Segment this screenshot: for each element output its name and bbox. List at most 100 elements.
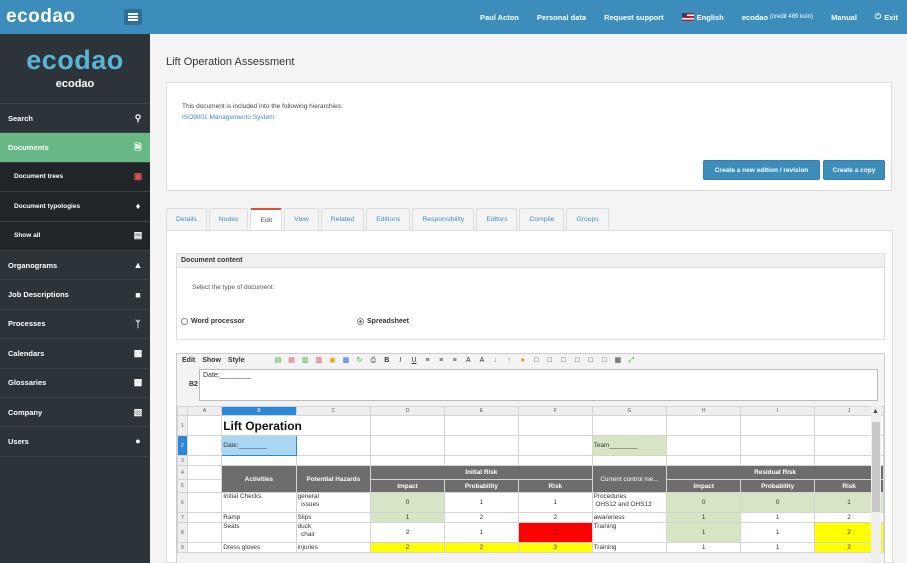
cell[interactable]: Seats: [221, 522, 297, 543]
risk-header[interactable]: Risk: [517, 479, 593, 493]
tab-nodes[interactable]: Nodes: [208, 208, 249, 230]
cell[interactable]: Dress gloves: [221, 542, 297, 553]
user-name-link[interactable]: Paul Acton: [480, 13, 519, 22]
current-control-header[interactable]: Current control me...: [591, 465, 668, 493]
menu-edit[interactable]: Edit: [182, 357, 195, 364]
company-credit-link[interactable]: ecodao (credit 489 koin): [742, 13, 813, 22]
create-new-edition-button[interactable]: Create a new edition / revision: [703, 160, 820, 180]
insert-col-icon[interactable]: ▥: [301, 357, 309, 365]
row-number[interactable]: 7: [177, 512, 188, 523]
border-all-icon[interactable]: □: [532, 357, 540, 365]
tab-editions[interactable]: Editions: [366, 208, 411, 230]
cell[interactable]: [295, 435, 372, 456]
tab-compile[interactable]: Compile: [519, 208, 565, 230]
bold-icon[interactable]: B: [383, 357, 391, 365]
cell[interactable]: [221, 455, 297, 466]
cell[interactable]: awareness: [591, 512, 668, 523]
cell[interactable]: [186, 522, 223, 543]
align-right-icon[interactable]: ≡: [451, 357, 459, 365]
cell[interactable]: Initial Checks: [221, 492, 297, 513]
delete-row-icon[interactable]: ▤: [288, 357, 296, 365]
print-icon[interactable]: ⎙: [369, 357, 377, 365]
sidebar-item-documents[interactable]: Documents 🗎: [0, 133, 150, 163]
col-header-a[interactable]: A: [186, 406, 223, 416]
sheet-title-cell[interactable]: Lift Operation: [221, 415, 372, 436]
color-icon[interactable]: ●: [519, 357, 527, 365]
cell[interactable]: [186, 542, 223, 553]
cell[interactable]: [591, 455, 668, 466]
grid-icon[interactable]: ▦: [614, 357, 622, 365]
cell[interactable]: duck chair: [295, 522, 372, 543]
cell[interactable]: [186, 465, 223, 480]
sidebar-item-document-trees[interactable]: Document trees ▣: [0, 162, 150, 193]
cell[interactable]: 3: [517, 542, 593, 553]
row-number[interactable]: 2: [177, 435, 188, 456]
cell[interactable]: 1: [666, 522, 742, 543]
row-number[interactable]: 1: [177, 415, 188, 436]
cell[interactable]: [186, 455, 223, 466]
sidebar-item-company[interactable]: Company ▧: [0, 398, 150, 428]
cell[interactable]: [186, 435, 223, 456]
tab-edit[interactable]: Edit: [250, 208, 283, 231]
cell[interactable]: [740, 435, 816, 456]
row-number[interactable]: 5: [177, 479, 188, 493]
radio-button-selected-icon[interactable]: [357, 318, 364, 325]
cell[interactable]: 1: [740, 522, 816, 543]
activities-header[interactable]: Activities: [221, 465, 297, 493]
cell[interactable]: 1: [370, 512, 445, 523]
cell[interactable]: [186, 512, 223, 523]
cell[interactable]: general issues: [295, 492, 372, 513]
col-header-c[interactable]: C: [295, 406, 372, 416]
cell[interactable]: [517, 415, 593, 436]
cell[interactable]: [295, 455, 372, 466]
cell[interactable]: [740, 415, 816, 436]
cell[interactable]: 2: [370, 542, 445, 553]
sidebar-item-show-all[interactable]: Show all ▤: [0, 221, 150, 251]
cell[interactable]: 1: [666, 542, 742, 553]
cell[interactable]: [186, 492, 223, 513]
menu-show[interactable]: Show: [202, 357, 221, 364]
sort-up-icon[interactable]: ↑: [505, 357, 513, 365]
tab-editors[interactable]: Editors: [476, 208, 518, 230]
cell[interactable]: Slips: [295, 512, 372, 523]
cell[interactable]: Ramp: [221, 512, 297, 523]
border-right-icon[interactable]: □: [573, 357, 581, 365]
row-number[interactable]: 4: [177, 465, 188, 480]
manual-link[interactable]: Manual: [831, 13, 857, 22]
col-header-f[interactable]: F: [517, 406, 593, 416]
cell[interactable]: [666, 415, 742, 436]
vertical-scrollbar[interactable]: ▲: [871, 406, 881, 563]
sidebar-item-users[interactable]: Users ●: [0, 427, 150, 457]
cell[interactable]: 0: [740, 492, 816, 513]
cell[interactable]: [443, 455, 519, 466]
scroll-up-icon[interactable]: ▲: [872, 408, 879, 415]
hierarchy-link[interactable]: ISO9001 Managemento System: [182, 114, 275, 121]
cell[interactable]: [666, 435, 742, 456]
corner-cell[interactable]: [177, 406, 188, 416]
exit-link[interactable]: ⏻ Exit: [875, 12, 898, 22]
cell[interactable]: 2: [517, 522, 593, 543]
align-center-icon[interactable]: ≡: [437, 357, 445, 365]
residual-risk-header[interactable]: Residual Risk: [666, 465, 884, 480]
row-number[interactable]: 3: [177, 455, 188, 466]
cell[interactable]: [370, 415, 445, 436]
potential-hazards-header[interactable]: Potential Hazards: [295, 465, 372, 493]
cell[interactable]: [443, 415, 519, 436]
cell[interactable]: injuries: [295, 542, 372, 553]
cell[interactable]: 1: [443, 522, 519, 543]
sidebar-item-document-typologies[interactable]: Document typologies ♦: [0, 192, 150, 222]
align-left-icon[interactable]: ≡: [424, 357, 432, 365]
menu-style[interactable]: Style: [228, 357, 245, 364]
sidebar-item-glossaries[interactable]: Glossaries ▩: [0, 369, 150, 398]
col-header-b[interactable]: B: [221, 406, 297, 416]
sidebar-item-search[interactable]: Search ⚲: [0, 104, 150, 134]
fullscreen-icon[interactable]: ⤢: [627, 357, 635, 365]
italic-icon[interactable]: I: [396, 357, 404, 365]
team-cell[interactable]: Team________: [591, 435, 668, 456]
cell[interactable]: Training: [591, 522, 668, 543]
border-left-icon[interactable]: □: [559, 357, 567, 365]
tab-related[interactable]: Related: [320, 208, 365, 230]
cell[interactable]: 2: [370, 522, 445, 543]
font-smaller-icon[interactable]: A: [478, 357, 486, 365]
underline-icon[interactable]: U: [410, 357, 418, 365]
